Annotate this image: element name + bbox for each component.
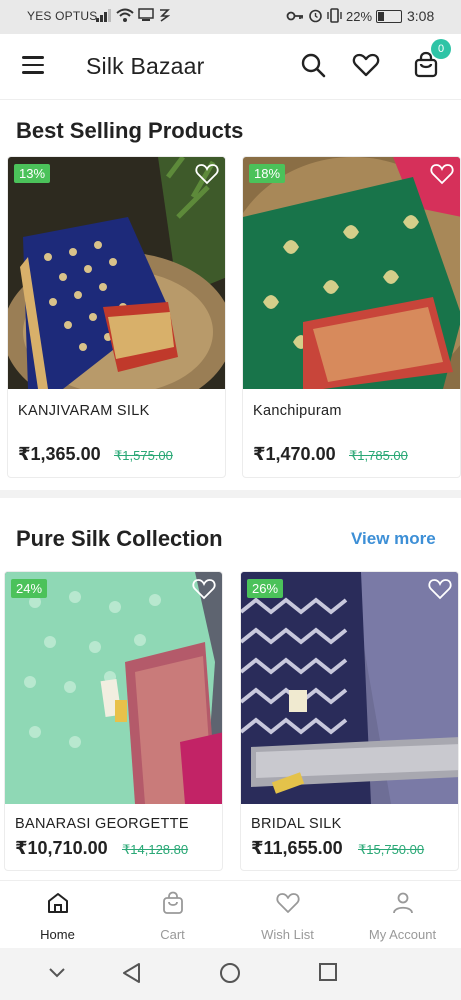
vibrate-icon (327, 8, 342, 23)
battery-icon (376, 10, 402, 23)
app-title: Silk Bazaar (86, 53, 205, 79)
product-image[interactable] (5, 572, 222, 804)
home-icon (48, 893, 68, 913)
heart-icon[interactable] (192, 578, 216, 600)
product-old-price: ₹15,750.00 (358, 842, 425, 857)
discount-badge: 18% (249, 164, 286, 183)
wishlist-heart-icon[interactable] (352, 51, 380, 79)
search-icon[interactable] (299, 51, 327, 79)
product-card[interactable]: 24% BANARASI GEORGETTE ₹10,710.00 ₹14,12… (4, 571, 223, 871)
chevron-down-icon[interactable] (48, 966, 66, 980)
user-icon (393, 892, 413, 914)
notification-app-icon (160, 9, 170, 22)
home-circle-icon[interactable] (219, 962, 241, 984)
product-image[interactable] (8, 157, 225, 389)
product-card[interactable]: 18% Kanchipuram ₹1,470.00 ₹1,785.00 (242, 156, 461, 478)
battery-percent: 22% (346, 9, 373, 24)
screen-cast-icon (138, 8, 154, 21)
product-price: ₹10,710.00 (15, 838, 108, 858)
discount-badge: 24% (11, 579, 48, 598)
product-name: KANJIVARAM SILK (18, 403, 150, 419)
product-image[interactable] (243, 157, 460, 389)
carrier-name: YES OPTUS (27, 9, 98, 23)
nav-home-label: Home (40, 927, 75, 942)
nav-wishlist-label: Wish List (261, 927, 314, 942)
discount-badge: 13% (14, 164, 51, 183)
signal-icon (96, 9, 111, 22)
clock: 3:08 (407, 8, 435, 24)
heart-icon (276, 893, 300, 913)
alarm-icon (309, 9, 322, 23)
best-selling-title: Best Selling Products (16, 118, 244, 143)
wifi-icon (116, 8, 134, 22)
cart-count-badge: 0 (431, 39, 451, 59)
product-price: ₹1,470.00 (253, 444, 336, 464)
pure-silk-title: Pure Silk Collection (16, 526, 223, 551)
recents-icon[interactable] (318, 962, 338, 982)
section-divider (0, 490, 461, 498)
product-image[interactable] (241, 572, 458, 804)
heart-icon[interactable] (195, 163, 219, 185)
heart-icon[interactable] (428, 578, 452, 600)
status-bar: YES OPTUS 22% 3:08 (0, 0, 461, 34)
product-name: Kanchipuram (253, 403, 342, 419)
product-old-price: ₹1,575.00 (114, 448, 173, 463)
bag-icon (163, 891, 183, 914)
product-card[interactable]: 26% BRIDAL SILK ₹11,655.00 ₹15,750.00 (240, 571, 459, 871)
nav-account-label: My Account (368, 927, 437, 942)
nav-cart-label: Cart (160, 927, 185, 942)
product-card[interactable]: 13% KANJIVARAM SILK ₹1,365.00 ₹1,575.00 (7, 156, 226, 478)
product-old-price: ₹14,128.80 (122, 842, 189, 857)
product-price: ₹11,655.00 (251, 838, 343, 858)
nav-wishlist[interactable]: Wish List (230, 881, 345, 949)
menu-icon[interactable] (22, 56, 44, 74)
nav-account[interactable]: My Account (345, 881, 460, 949)
product-price: ₹1,365.00 (18, 444, 101, 464)
nav-home[interactable]: Home (0, 881, 115, 949)
app-bar: Silk Bazaar (0, 34, 461, 100)
system-nav-bar (0, 948, 461, 1000)
product-name: BANARASI GEORGETTE (15, 816, 189, 832)
heart-icon[interactable] (430, 163, 454, 185)
discount-badge: 26% (247, 579, 284, 598)
bottom-nav: Home Cart Wish List My Account (0, 880, 461, 948)
view-more-link[interactable]: View more (351, 529, 436, 549)
product-name: BRIDAL SILK (251, 816, 342, 832)
nav-cart[interactable]: Cart (115, 881, 230, 949)
back-icon[interactable] (121, 962, 143, 984)
key-icon (286, 11, 303, 20)
product-old-price: ₹1,785.00 (349, 448, 408, 463)
